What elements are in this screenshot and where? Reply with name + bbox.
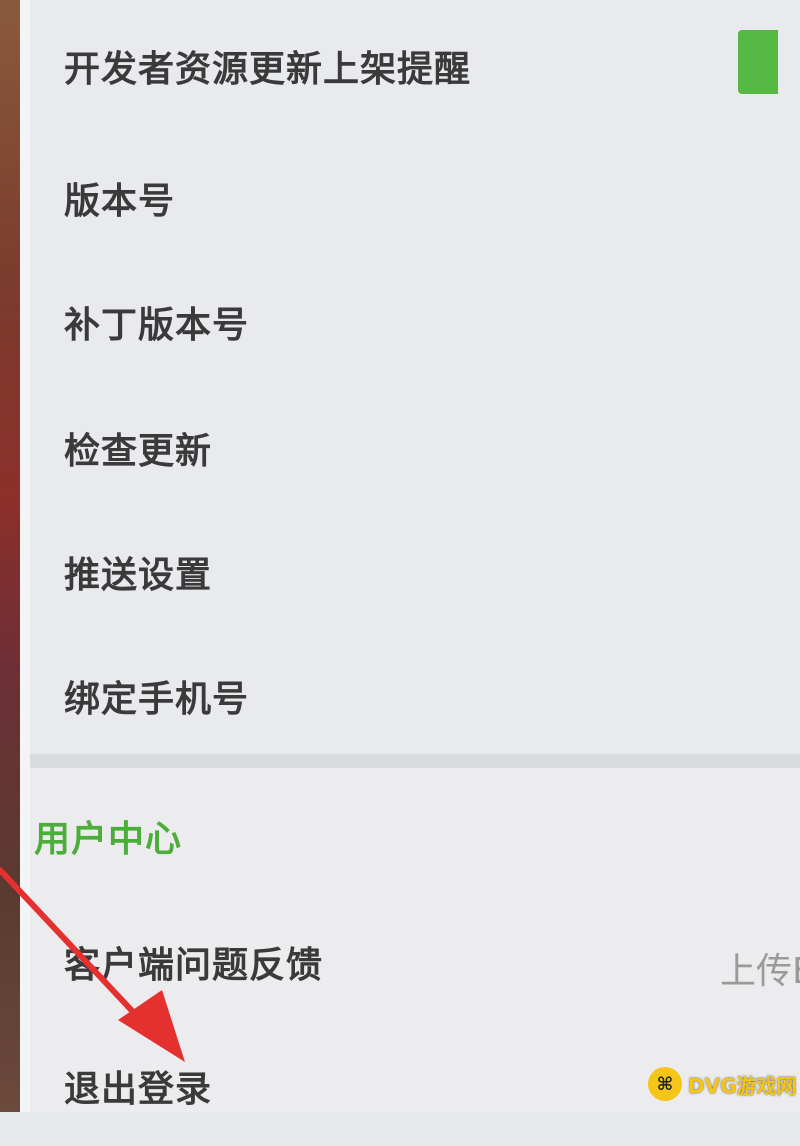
watermark-text: DVG游戏网 xyxy=(688,1073,797,1098)
setting-push-label: 推送设置 xyxy=(64,555,213,596)
user-center-title: 用户中心 xyxy=(34,819,183,860)
developer-reminder-toggle[interactable] xyxy=(738,30,778,94)
panel-edge xyxy=(20,0,30,1112)
setting-version-label: 版本号 xyxy=(64,181,176,222)
setting-patch-version[interactable]: 补丁版本号 xyxy=(30,258,800,382)
setting-bind-phone[interactable]: 绑定手机号 xyxy=(30,632,800,756)
setting-check-update-label: 检查更新 xyxy=(64,431,213,472)
logout-label: 退出登录 xyxy=(64,1069,213,1110)
user-center-feedback[interactable]: 客户端问题反馈 xyxy=(30,898,800,1022)
setting-check-update[interactable]: 检查更新 xyxy=(30,384,800,508)
background-strip xyxy=(0,0,20,1112)
site-watermark: ⌘ DVG游戏网 xyxy=(648,1062,798,1106)
setting-bind-phone-label: 绑定手机号 xyxy=(64,679,250,720)
setting-version[interactable]: 版本号 xyxy=(30,134,800,258)
setting-developer-reminder-label: 开发者资源更新上架提醒 xyxy=(64,49,472,90)
section-divider xyxy=(30,754,800,768)
setting-patch-version-label: 补丁版本号 xyxy=(64,305,250,346)
setting-push[interactable]: 推送设置 xyxy=(30,508,800,632)
setting-developer-reminder[interactable]: 开发者资源更新上架提醒 xyxy=(30,0,800,124)
gamepad-icon: ⌘ xyxy=(648,1067,682,1101)
feedback-value: 上传E xyxy=(720,951,800,992)
feedback-label: 客户端问题反馈 xyxy=(64,945,324,986)
